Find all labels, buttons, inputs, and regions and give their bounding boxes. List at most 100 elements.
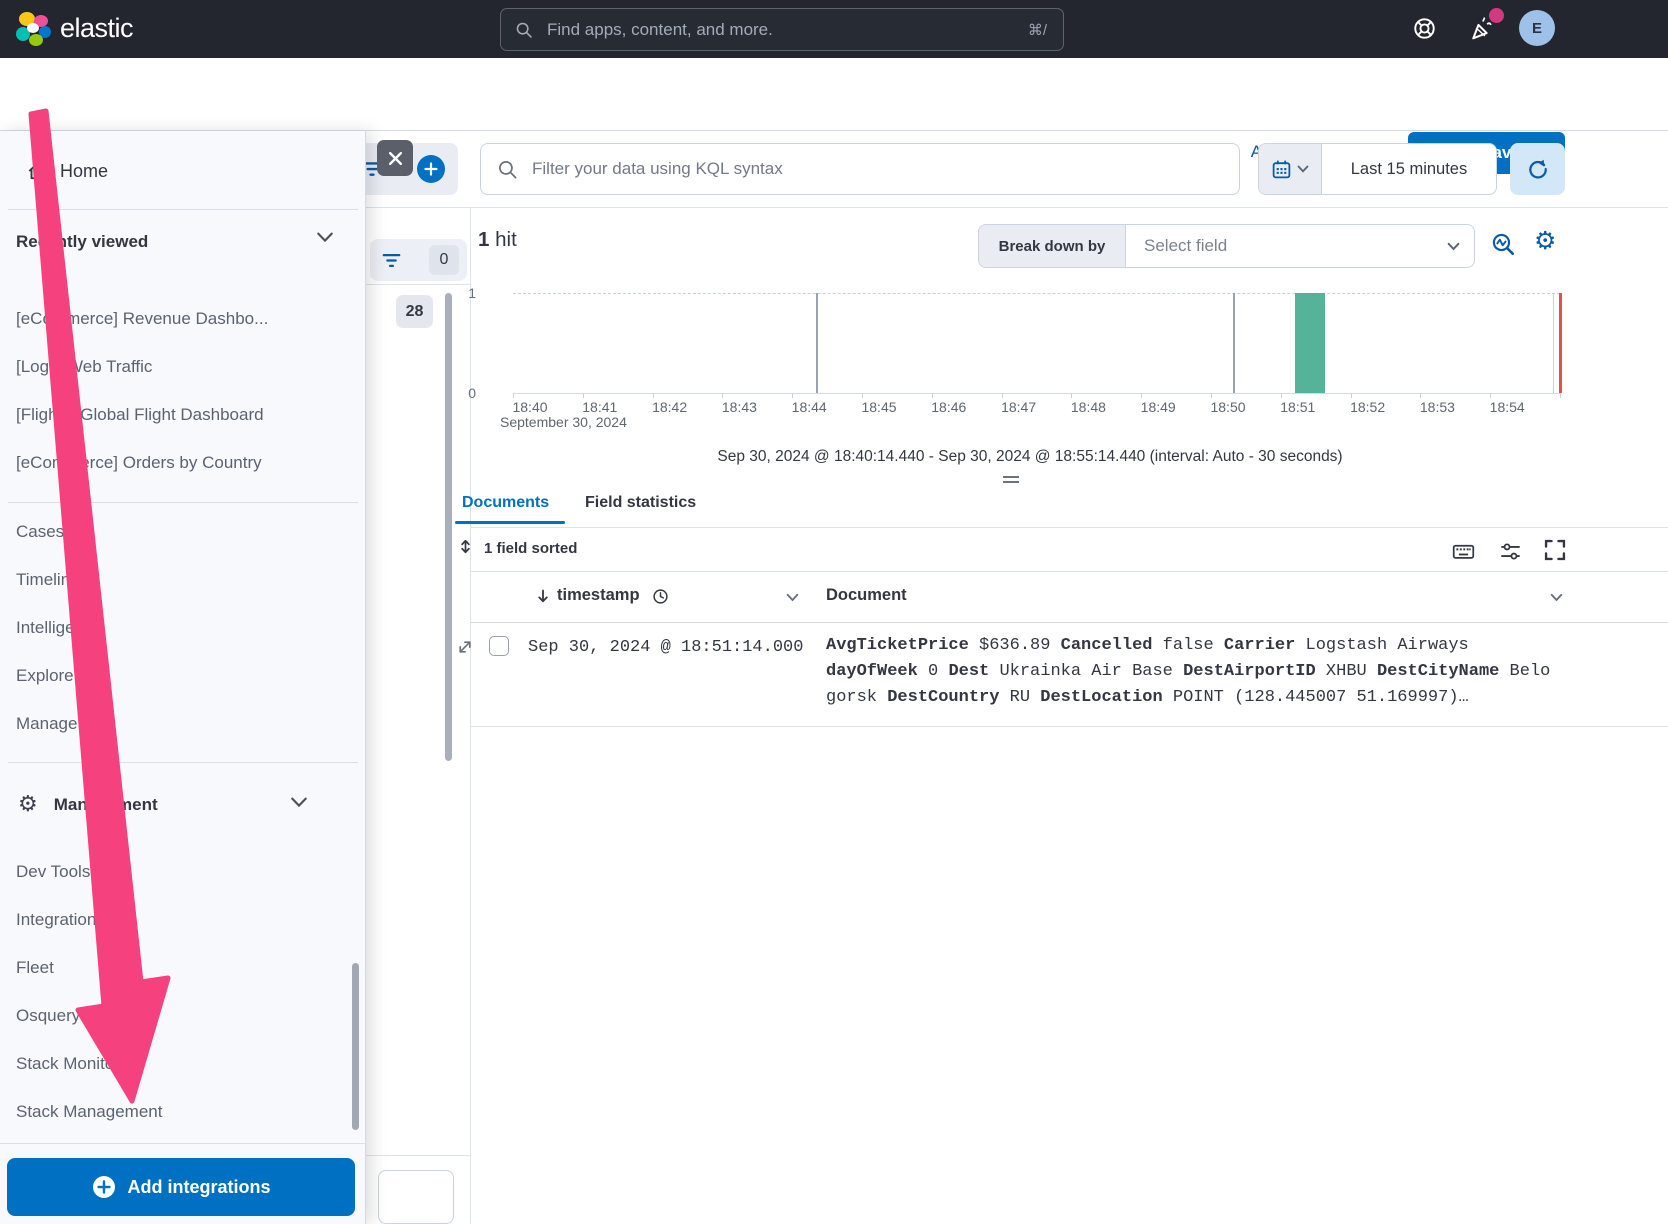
nav-item-stack-management[interactable]: Stack Management [0,1088,365,1136]
chevron-down-icon[interactable] [290,796,308,808]
column-header-timestamp[interactable]: timestamp [557,586,640,605]
fullscreen-icon[interactable] [1544,539,1566,561]
x-axis-date-label: September 30, 2024 [500,414,627,430]
x-tick-label: 18:43 [722,399,757,415]
document-field-value: false [1152,636,1223,655]
nav-item-logs-web-traffic[interactable]: [Logs] Web Traffic [0,343,365,391]
kql-search-icon [497,159,518,180]
fields-scrollbar[interactable] [445,293,452,761]
app-toolbar: D Discover NewOpenShareAlertsInspect Sav… [0,58,1668,131]
tab-documents[interactable]: Documents [462,494,549,512]
x-tick-label: 18:52 [1350,399,1385,415]
keyboard-icon[interactable] [1452,540,1475,563]
close-nav-button[interactable] [377,140,413,176]
sort-fields-icon[interactable] [457,538,474,555]
nav-item-flights-global-flight-dashboard[interactable]: [Flights] Global Flight Dashboard [0,391,365,439]
x-tick-label: 18:54 [1490,399,1525,415]
add-integrations-button[interactable]: Add integrations [7,1158,355,1216]
nav-item-stack-monitoring[interactable]: Stack Monitoring [0,1040,365,1088]
divider [8,209,358,210]
nav-group-management[interactable]: ⚙ Management [0,786,365,824]
gridline-top [513,293,1560,294]
nav-item-dev-tools[interactable]: Dev Tools [0,848,365,896]
kibana-discover-page: elastic Find apps, content, and more. ⌘/ [0,0,1668,1224]
expand-document-icon[interactable] [457,639,473,655]
clock-icon [652,588,669,605]
document-field-name: Dest [948,662,989,681]
sort-descending-icon[interactable] [535,588,551,604]
date-picker-calendar-button[interactable] [1259,144,1322,194]
display-options-icon[interactable] [1499,540,1522,563]
column-header-document[interactable]: Document [826,586,907,605]
row-checkbox[interactable] [489,636,509,656]
x-axis-tick [1560,393,1561,398]
tab-field-statistics[interactable]: Field statistics [585,494,696,512]
help-icon[interactable] [1411,15,1438,42]
field-search-input[interactable] [378,1170,454,1224]
x-tick-label: 18:48 [1071,399,1106,415]
resize-handle[interactable] [1003,476,1019,486]
breakdown-control: Break down by Select field [978,224,1475,268]
add-integrations-label: Add integrations [128,1177,271,1198]
timestamp-column-menu-chevron-icon[interactable] [786,593,799,602]
hits-number: 1 [478,228,489,251]
nav-item-timelines[interactable]: Timelines [0,556,365,604]
user-avatar[interactable]: E [1519,10,1555,46]
global-search-input[interactable]: Find apps, content, and more. ⌘/ [500,8,1064,51]
navigation-flyout: Home Recently viewed [eCommerce] Revenue… [0,131,366,1224]
available-fields-count-badge: 28 [396,295,433,328]
x-axis-tick [1490,393,1491,398]
x-axis-tick [932,393,933,398]
nav-item-integrations[interactable]: Integrations [0,896,365,944]
divider [0,1143,366,1144]
nav-item-manage[interactable]: Manage [0,700,365,748]
histogram-bar-18-51[interactable] [1295,293,1325,393]
x-tick-label: 18:51 [1280,399,1315,415]
nav-item-fleet[interactable]: Fleet [0,944,365,992]
chevron-down-icon[interactable] [316,231,334,243]
breakdown-select-field[interactable]: Select field [1126,225,1447,267]
divider [470,726,1668,727]
nav-item-explore[interactable]: Explore [0,652,365,700]
date-picker: Last 15 minutes [1258,143,1497,195]
chevron-down-icon[interactable] [1447,225,1474,267]
document-field-name: Carrier [1224,636,1295,655]
kql-search-input[interactable]: Filter your data using KQL syntax [480,143,1240,195]
x-tick-label: 18:47 [1001,399,1036,415]
nav-item-ecommerce-orders-by-country[interactable]: [eCommerce] Orders by Country [0,439,365,487]
notification-badge [1489,8,1504,23]
document-field-value: Ukrainka Air Base [989,662,1183,681]
nav-item-osquery[interactable]: Osquery [0,992,365,1040]
explore-in-lens-icon[interactable] [1490,231,1517,258]
histogram-chart[interactable]: September 30, 2024 18:4018:4118:4218:431… [470,293,1590,393]
divider [366,1155,470,1156]
search-icon [515,21,533,39]
nav-item-cases[interactable]: Cases [0,508,365,556]
field-filters-count-badge[interactable]: 0 [429,245,459,275]
management-list: Dev ToolsIntegrationsFleetOsqueryStack M… [0,848,365,1136]
active-tab-underline [455,521,565,524]
x-tick-label: 18:44 [792,399,827,415]
nav-item-ecommerce-revenue-dashbo[interactable]: [eCommerce] Revenue Dashbo... [0,295,365,343]
add-filter-button[interactable] [417,155,445,183]
nav-item-intelligence[interactable]: Intelligence [0,604,365,652]
document-field-value: gorsk [826,688,887,707]
x-axis-tick [1211,393,1212,398]
refresh-button[interactable] [1510,143,1565,195]
global-search-placeholder: Find apps, content, and more. [547,20,773,40]
chart-options-gear-icon[interactable]: ⚙ [1534,228,1556,253]
field-filter-funnel-icon[interactable] [382,251,401,270]
nav-item-home[interactable]: Home [0,149,365,193]
elastic-logo-icon[interactable] [14,10,52,48]
document-column-menu-chevron-icon[interactable] [1550,593,1563,602]
field-sorted-label[interactable]: 1 field sorted [484,540,577,557]
nav-group-recently-viewed[interactable]: Recently viewed [0,223,365,261]
x-axis-tick [792,393,793,398]
calendar-icon [1271,159,1292,180]
time-range-value[interactable]: Last 15 minutes [1322,144,1496,194]
current-time-marker [1559,293,1562,393]
x-tick-label: 18:46 [931,399,966,415]
field-filter-control: 0 [370,239,467,281]
hits-count: 1 hit [478,228,517,252]
nav-scrollbar[interactable] [352,963,359,1130]
